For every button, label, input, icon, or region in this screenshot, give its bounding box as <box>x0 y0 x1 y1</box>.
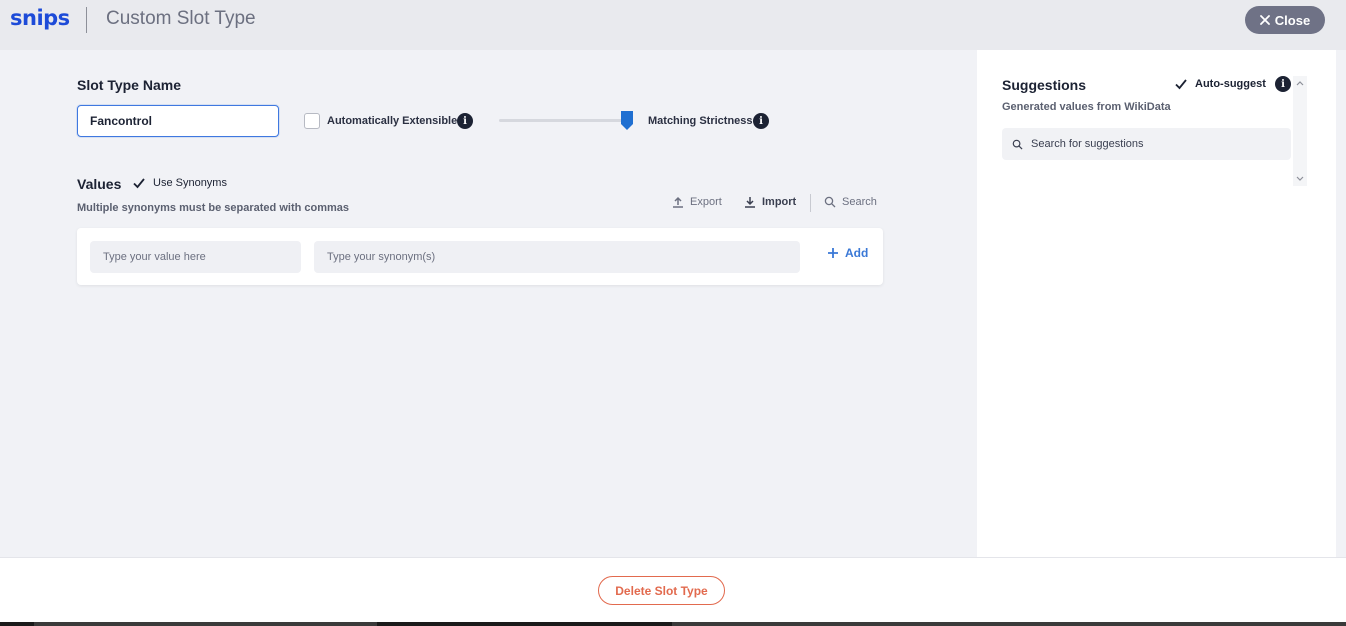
export-label: Export <box>690 196 722 208</box>
search-label: Search <box>842 196 877 208</box>
chevron-down-icon <box>1296 176 1304 181</box>
app-header: snips Custom Slot Type Close <box>0 0 1346 50</box>
search-icon <box>824 196 836 208</box>
bottom-edge-segment <box>34 622 377 626</box>
chevron-up-icon <box>1296 81 1304 86</box>
footer-bar: Delete Slot Type <box>0 557 1346 622</box>
plus-icon <box>828 248 838 258</box>
window-bottom-edge <box>0 622 1346 626</box>
add-value-button[interactable]: Add <box>827 246 868 260</box>
use-synonyms-checkbox[interactable] <box>131 175 147 191</box>
download-icon <box>745 197 755 208</box>
suggestions-subtitle: Generated values from WikiData <box>1002 101 1171 113</box>
info-icon[interactable]: i <box>1275 76 1291 92</box>
upload-icon <box>673 196 683 208</box>
scroll-up-arrow[interactable] <box>1293 76 1307 90</box>
search-icon <box>1012 139 1023 150</box>
close-icon <box>1259 15 1270 25</box>
checkmark-icon <box>133 178 145 189</box>
add-label: Add <box>845 246 869 260</box>
scroll-down-arrow[interactable] <box>1293 172 1307 186</box>
auto-extensible-label: Automatically Extensible <box>327 115 458 127</box>
matching-strictness-slider-track[interactable] <box>499 119 627 122</box>
export-button[interactable]: Export <box>672 196 722 208</box>
auto-suggest-checkbox[interactable] <box>1173 76 1189 92</box>
info-icon[interactable]: i <box>753 113 769 129</box>
close-button[interactable]: Close <box>1245 6 1325 34</box>
values-heading: Values <box>77 176 122 192</box>
close-label: Close <box>1274 12 1311 28</box>
suggestions-title: Suggestions <box>1002 77 1087 93</box>
header-divider <box>86 7 87 33</box>
suggestions-scrollbar[interactable] <box>1293 76 1307 186</box>
suggestions-search-input[interactable] <box>1031 138 1281 150</box>
synonym-input[interactable] <box>314 241 800 273</box>
checkmark-icon <box>1175 79 1187 90</box>
bottom-edge-segment <box>672 622 1346 626</box>
auto-suggest-label: Auto-suggest <box>1195 78 1266 90</box>
search-button[interactable]: Search <box>824 196 877 208</box>
delete-slot-type-button[interactable]: Delete Slot Type <box>598 576 725 605</box>
import-button[interactable]: Import <box>744 196 796 208</box>
slot-type-name-input[interactable] <box>77 105 279 137</box>
matching-strictness-label: Matching Strictness <box>648 115 753 127</box>
suggestions-search-field[interactable] <box>1002 128 1291 160</box>
slot-type-name-label: Slot Type Name <box>77 77 181 93</box>
snips-logo[interactable]: snips <box>10 6 70 30</box>
suggestions-panel: Suggestions Auto-suggest i Generated val… <box>977 50 1336 557</box>
matching-strictness-slider-handle[interactable] <box>621 111 633 130</box>
value-entry-card: Add <box>77 228 883 285</box>
toolbar-divider <box>810 194 811 212</box>
use-synonyms-label: Use Synonyms <box>153 177 227 189</box>
value-input[interactable] <box>90 241 301 273</box>
auto-extensible-checkbox[interactable] <box>304 113 320 129</box>
synonyms-hint: Multiple synonyms must be separated with… <box>77 202 350 214</box>
page-title: Custom Slot Type <box>106 8 256 29</box>
import-label: Import <box>762 196 797 208</box>
info-icon[interactable]: i <box>457 113 473 129</box>
